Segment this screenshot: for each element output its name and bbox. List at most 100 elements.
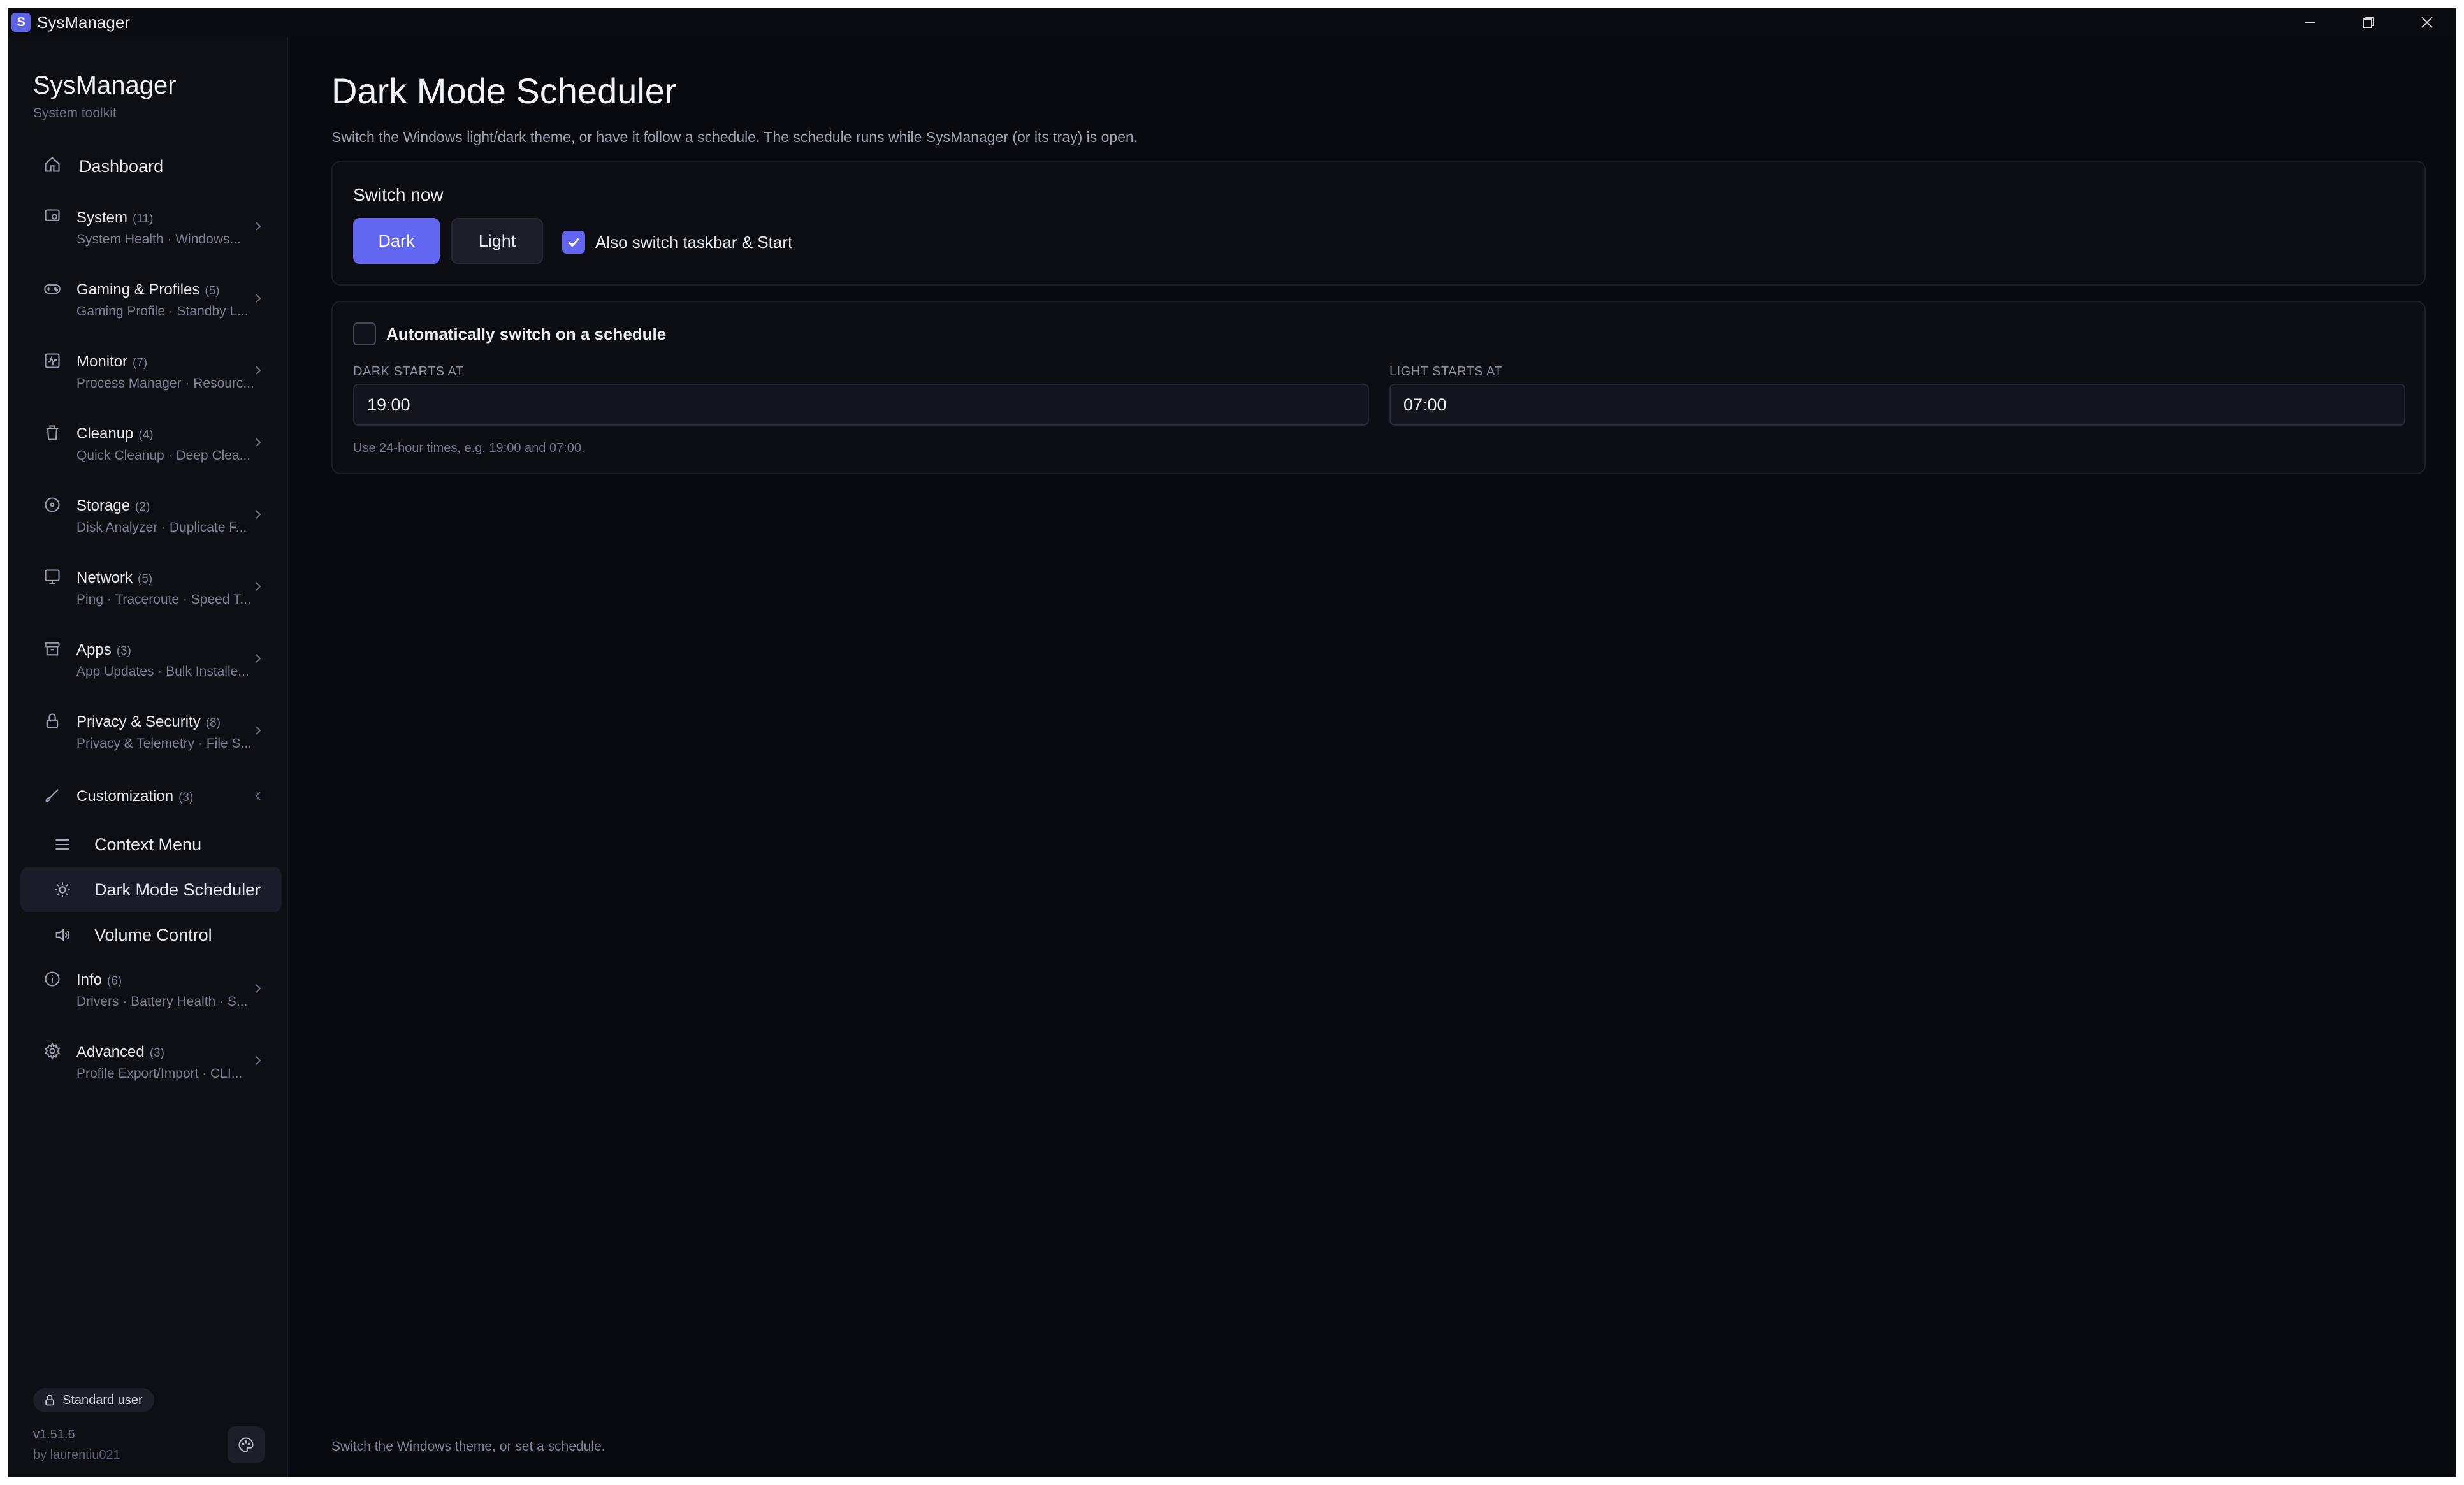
gamepad-icon	[43, 280, 61, 298]
sidebar-item-system[interactable]: System (11) System Health · Windows...	[20, 201, 275, 259]
close-icon	[2421, 17, 2433, 28]
dark-starts-input[interactable]	[353, 384, 1369, 426]
dark-button[interactable]: Dark	[353, 218, 440, 264]
brand-title: SysManager	[33, 71, 177, 99]
sidebar-item-cleanup[interactable]: Cleanup (4) Quick Cleanup · Deep Clea...	[20, 417, 275, 475]
chevron-left-icon	[252, 790, 264, 802]
taskbar-checkbox-row[interactable]: Also switch taskbar & Start	[562, 231, 792, 254]
nav-count: (3)	[116, 644, 131, 658]
dark-starts-label: DARK STARTS AT	[353, 365, 464, 379]
window-title: SysManager	[37, 12, 130, 32]
theme-toggle-button[interactable]	[228, 1426, 265, 1463]
chevron-right-icon	[252, 1055, 264, 1066]
chevron-right-icon	[252, 653, 264, 664]
nav-count: (3)	[149, 1047, 164, 1060]
light-button[interactable]: Light	[451, 218, 543, 264]
schedule-checkbox-row[interactable]: Automatically switch on a schedule	[353, 322, 666, 345]
sidebar-item-subtitle: System Health · Windows...	[76, 232, 241, 247]
nav-title-text: Gaming & Profiles	[76, 281, 200, 298]
nav-title-text: Info	[76, 971, 103, 989]
nav-title-text: Cleanup	[76, 425, 134, 442]
nav-title-text: Monitor	[76, 353, 128, 370]
speaker-icon	[54, 926, 71, 944]
schedule-checkbox[interactable]	[353, 322, 376, 345]
disk-icon	[43, 496, 61, 514]
brand-subtitle: System toolkit	[33, 106, 117, 120]
sidebar-item-subtitle: Profile Export/Import · CLI...	[76, 1066, 243, 1081]
sidebar-item-network[interactable]: Network (5) Ping · Traceroute · Speed T..…	[20, 561, 275, 619]
lock-icon	[45, 1394, 54, 1406]
sidebar-item-apps[interactable]: Apps (3) App Updates · Bulk Installe...	[20, 634, 275, 691]
nav-count: (2)	[135, 500, 150, 514]
sidebar-item-label: Gaming & Profiles (5)	[76, 281, 220, 299]
minimize-button[interactable]	[2280, 8, 2339, 37]
nav-title-text: Customization	[76, 788, 174, 805]
brush-icon	[43, 786, 61, 804]
system-icon	[43, 208, 61, 226]
sidebar-item-subtitle: Privacy & Telemetry · File S...	[76, 736, 252, 751]
sidebar-subitem-volume-control[interactable]: Volume Control	[20, 913, 282, 957]
sidebar-subitem-label: Context Menu	[94, 835, 202, 854]
sidebar-item-label: Dashboard	[79, 157, 164, 176]
lock-icon	[43, 712, 61, 730]
page-description: Switch the Windows light/dark theme, or …	[331, 129, 1138, 145]
sidebar-item-monitor[interactable]: Monitor (7) Process Manager · Resourc...	[20, 345, 275, 403]
sidebar-item-advanced[interactable]: Advanced (3) Profile Export/Import · CLI.…	[20, 1036, 275, 1093]
chevron-right-icon	[252, 725, 264, 736]
app-window: S SysManager SysManager System toolkit D…	[8, 8, 2456, 1477]
sidebar-item-label: Storage (2)	[76, 497, 150, 515]
light-starts-input[interactable]	[1389, 384, 2405, 426]
nav-count: (8)	[205, 716, 221, 730]
sidebar-item-label: Advanced (3)	[76, 1043, 164, 1061]
nav-count: (4)	[138, 428, 154, 442]
trash-icon	[43, 424, 61, 442]
switch-now-title: Switch now	[353, 185, 444, 205]
chevron-right-icon	[252, 293, 264, 304]
close-button[interactable]	[2398, 8, 2456, 37]
nav-title-text: Network	[76, 569, 133, 586]
sidebar-item-subtitle: Quick Cleanup · Deep Clea...	[76, 448, 251, 463]
chevron-right-icon	[252, 221, 264, 232]
user-role-label: Standard user	[62, 1393, 143, 1407]
nav-title-text: Advanced	[76, 1043, 145, 1061]
sidebar-item-customization[interactable]: Customization (3)	[20, 779, 275, 815]
sidebar-item-subtitle: Process Manager · Resourc...	[76, 376, 254, 391]
page-title: Dark Mode Scheduler	[331, 71, 677, 111]
sidebar-subitem-label: Dark Mode Scheduler	[94, 880, 261, 899]
chevron-right-icon	[252, 365, 264, 376]
sidebar-item-label: Customization (3)	[76, 788, 193, 806]
info-icon	[43, 970, 61, 988]
sidebar-item-label: Monitor (7)	[76, 353, 147, 371]
sidebar-item-label: Cleanup (4)	[76, 425, 154, 443]
nav-count: (3)	[178, 791, 194, 804]
nav-title-text: Privacy & Security	[76, 713, 201, 730]
home-icon	[43, 156, 61, 173]
sidebar-item-privacy-security[interactable]: Privacy & Security (8) Privacy & Telemetr…	[20, 706, 275, 763]
app-logo-icon: S	[11, 13, 31, 32]
chevron-right-icon	[252, 983, 264, 994]
sidebar-item-subtitle: Gaming Profile · Standby L...	[76, 304, 249, 319]
sun-icon	[54, 881, 71, 899]
sidebar-subitem-dark-mode-scheduler[interactable]: Dark Mode Scheduler	[20, 867, 282, 912]
sidebar-item-info[interactable]: Info (6) Drivers · Battery Health · S...	[20, 964, 275, 1021]
schedule-card: Automatically switch on a schedule DARK …	[331, 301, 2426, 474]
sidebar-item-gaming[interactable]: Gaming & Profiles (5) Gaming Profile · St…	[20, 273, 275, 331]
minimize-icon	[2305, 22, 2315, 23]
network-icon	[43, 568, 61, 586]
nav-title-text: Apps	[76, 641, 112, 658]
sidebar-item-storage[interactable]: Storage (2) Disk Analyzer · Duplicate F..…	[20, 489, 275, 547]
nav-count: (6)	[107, 974, 122, 988]
monitor-icon	[43, 352, 61, 370]
schedule-hint: Use 24-hour times, e.g. 19:00 and 07:00.	[353, 441, 585, 455]
nav-count: (7)	[133, 356, 148, 370]
taskbar-checkbox[interactable]	[562, 231, 585, 254]
nav-title-text: System	[76, 209, 128, 226]
restore-button[interactable]	[2339, 8, 2398, 37]
palette-icon	[238, 1437, 254, 1452]
sidebar-item-label: Network (5)	[76, 569, 152, 587]
nav-title-text: Storage	[76, 497, 131, 514]
sidebar-subitem-context-menu[interactable]: Context Menu	[20, 822, 282, 867]
window-controls	[2280, 8, 2456, 37]
chevron-right-icon	[252, 437, 264, 448]
sidebar-item-dashboard[interactable]: Dashboard	[20, 145, 275, 184]
